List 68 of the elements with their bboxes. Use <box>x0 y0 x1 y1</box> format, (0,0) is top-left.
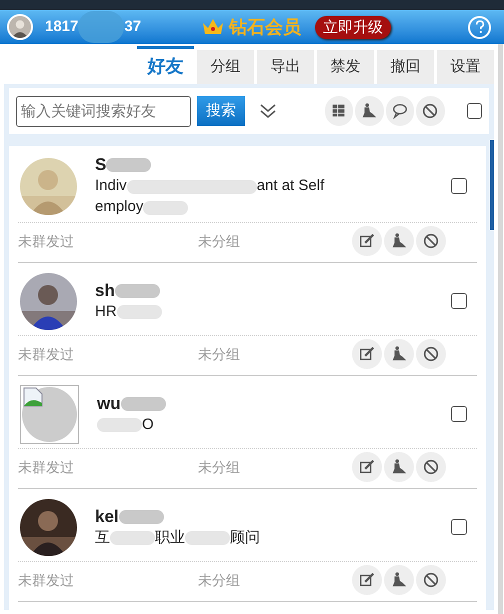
redaction-blur <box>106 158 152 172</box>
block-icon[interactable] <box>416 565 446 595</box>
phone-number: 37 <box>124 16 142 37</box>
redaction-blur <box>114 284 160 298</box>
search-field[interactable]: 输入关键词搜索好友 <box>16 96 191 126</box>
checkbox[interactable] <box>451 293 467 309</box>
send-status: 未群发过 <box>18 458 75 476</box>
block-icon[interactable] <box>416 226 446 256</box>
send-status: 未群发过 <box>18 344 75 364</box>
checkbox[interactable] <box>451 406 467 422</box>
expand-chevron-icon[interactable] <box>258 103 277 119</box>
name-text: kel <box>95 506 119 528</box>
redaction-blur <box>143 200 188 214</box>
redaction-blur <box>185 531 230 545</box>
scrollbar-thumb[interactable] <box>490 140 494 230</box>
tab[interactable]: 禁发 <box>317 50 374 84</box>
digging-figure-icon[interactable] <box>384 226 414 256</box>
name-text: wu <box>97 392 121 415</box>
name-text: 职业 <box>155 528 185 548</box>
name-text: 互 <box>95 528 110 548</box>
edit-icon[interactable] <box>352 452 382 482</box>
upgrade-button[interactable]: 立即升级 <box>315 16 391 38</box>
name-text: sh <box>95 280 115 302</box>
name-text: S <box>95 154 106 176</box>
membership-label: 钻石会员 <box>229 16 301 38</box>
tab[interactable]: 分组 <box>197 50 254 84</box>
edit-icon[interactable] <box>352 565 382 595</box>
redaction-blur <box>120 396 166 410</box>
edit-icon[interactable] <box>352 226 382 256</box>
name-text: ant at Self <box>256 176 324 196</box>
send-status: 未群发过 <box>18 232 75 250</box>
block-icon[interactable] <box>416 452 446 482</box>
redaction-blur <box>110 531 155 545</box>
grid-icon[interactable] <box>324 96 354 126</box>
group-label: 未分组 <box>198 344 240 364</box>
checkbox[interactable] <box>451 178 467 194</box>
speech-bubble-icon[interactable] <box>386 96 414 126</box>
group-label: 未分组 <box>198 570 240 590</box>
block-icon[interactable] <box>416 96 445 126</box>
name-text: employ <box>95 197 144 218</box>
checkbox[interactable] <box>466 103 482 119</box>
group-label: 未分组 <box>198 458 240 476</box>
help-icon[interactable] <box>468 16 491 38</box>
redaction-blur <box>116 305 162 319</box>
crown-icon <box>201 17 225 37</box>
tab[interactable]: 设置 <box>437 50 494 84</box>
name-text: Indiv <box>95 176 127 196</box>
tab[interactable]: 导出 <box>257 50 314 84</box>
digging-figure-icon[interactable] <box>384 339 414 369</box>
edit-icon[interactable] <box>352 339 382 369</box>
broken-image-placeholder <box>20 384 79 444</box>
digging-figure-icon[interactable] <box>355 96 384 126</box>
redaction-blur <box>118 510 164 524</box>
user-avatar[interactable] <box>7 14 33 40</box>
name-text: HR <box>95 302 117 322</box>
tab[interactable]: 撤回 <box>377 50 434 84</box>
checkbox[interactable] <box>451 519 467 535</box>
send-status: 未群发过 <box>18 570 75 590</box>
name-text: 顾问 <box>230 528 260 548</box>
search-button[interactable]: 搜索 <box>197 96 245 126</box>
group-label: 未分组 <box>198 232 240 250</box>
digging-figure-icon[interactable] <box>384 565 414 595</box>
phone-number: 1817 <box>45 16 78 37</box>
redaction-blur <box>97 418 142 432</box>
redaction-blur <box>78 11 124 43</box>
digging-figure-icon[interactable] <box>384 452 414 482</box>
block-icon[interactable] <box>416 339 446 369</box>
name-text: O <box>142 414 154 435</box>
